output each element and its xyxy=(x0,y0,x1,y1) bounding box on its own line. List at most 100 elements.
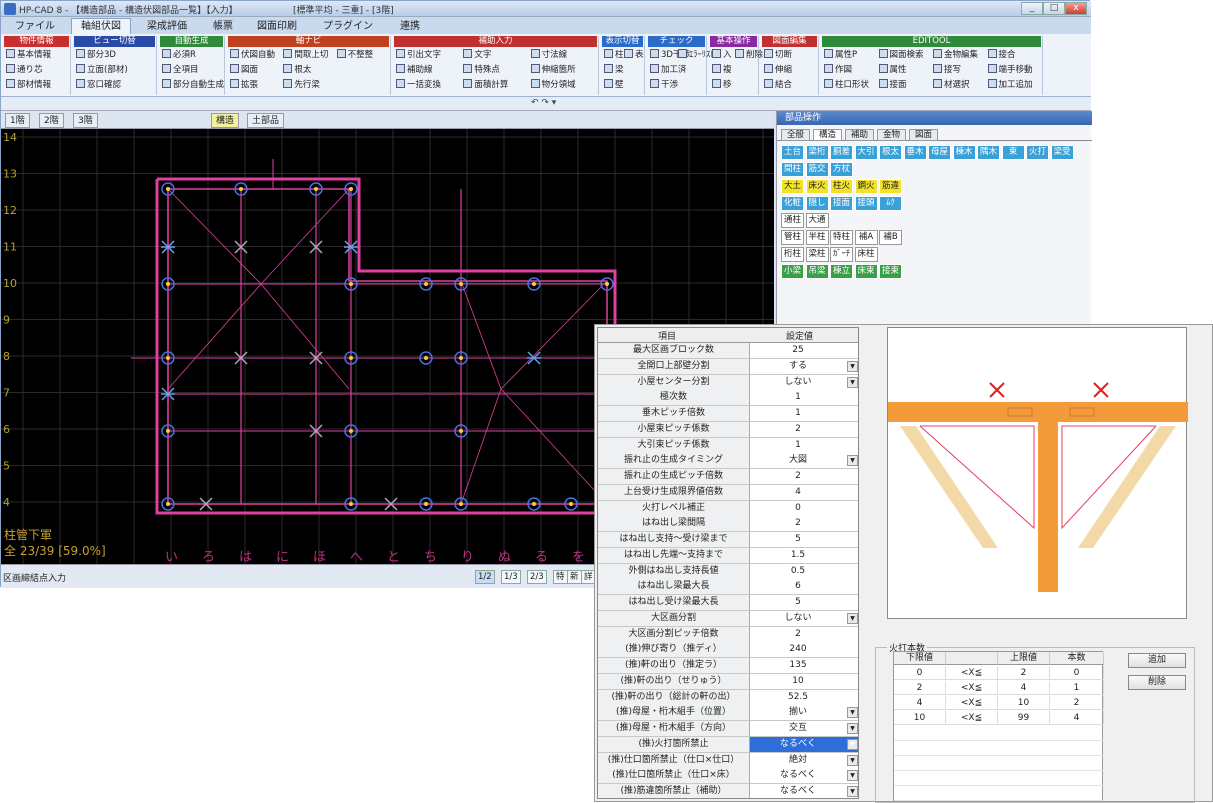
hiuchi-cell[interactable]: <X≦ xyxy=(946,711,998,725)
ribbon-button[interactable]: 物分領域 xyxy=(530,79,576,91)
panel-tab[interactable]: 全般 xyxy=(781,129,811,141)
ribbon-button[interactable]: 加工済 xyxy=(650,64,687,76)
ribbon-button[interactable]: 属性P xyxy=(824,49,857,61)
setting-row[interactable]: 振れ止の生成ピッチ倍数 2 xyxy=(598,469,858,485)
part-button[interactable]: 補B xyxy=(879,230,902,245)
floor-tab[interactable]: 2階 xyxy=(39,113,64,128)
delete-button[interactable]: 削除 xyxy=(1128,675,1186,690)
ribbon-button[interactable]: 材選択 xyxy=(933,79,970,91)
setting-row[interactable]: (推)筋違箇所禁止（補助） なるべく ▼ xyxy=(598,784,858,798)
setting-row[interactable]: (推)軒の出り（せりゅう） 10 xyxy=(598,673,858,690)
part-button[interactable]: 梁桁 xyxy=(805,145,829,160)
page-button[interactable]: 新 xyxy=(567,570,582,584)
ribbon-button[interactable]: 接合 xyxy=(987,49,1016,61)
page-button[interactable]: 1/3 xyxy=(501,570,521,584)
part-button[interactable]: 床火 xyxy=(805,179,829,194)
ribbon-button[interactable]: 引出文字 xyxy=(396,49,441,61)
ribbon-button[interactable]: 伏図自動 xyxy=(230,49,275,61)
part-button[interactable]: 接頭 xyxy=(854,196,878,211)
hiuchi-cell[interactable]: 2 xyxy=(1050,696,1104,710)
floor-tab[interactable]: 構造 xyxy=(211,113,240,128)
panel-tab[interactable]: 金物 xyxy=(877,129,907,141)
ribbon-button[interactable]: 入 xyxy=(712,49,732,61)
setting-value[interactable]: しない ▼ xyxy=(750,374,858,391)
part-button[interactable]: 接束 xyxy=(879,264,902,279)
setting-value[interactable]: 2 xyxy=(750,626,858,643)
setting-value[interactable]: する ▼ xyxy=(750,358,858,375)
setting-row[interactable]: (推)母屋・桁木組手（位置） 揃い ▼ xyxy=(598,705,858,722)
ribbon-tab[interactable]: ファイル xyxy=(5,18,65,34)
setting-row[interactable]: 外側はね出し支持長値 0.5 xyxy=(598,563,858,580)
dropdown-arrow-icon[interactable]: ▼ xyxy=(847,707,858,719)
part-button[interactable]: 隅木 xyxy=(977,145,1000,160)
setting-row[interactable]: 火打レベル補正 0 xyxy=(598,500,858,517)
setting-row[interactable]: 最大区画ブロック数 25 xyxy=(598,343,858,359)
hiuchi-table[interactable]: 下限値 上限値 本数 0 <X≦ 2 0 2 <X≦ 4 1 4 <X≦ 10 2 10 <X≦ 99 4 xyxy=(893,651,1104,801)
part-button[interactable]: 管柱 xyxy=(781,230,804,245)
ribbon-button[interactable]: 文字 xyxy=(463,49,491,61)
setting-row[interactable]: はね出し受け梁最大長 5 xyxy=(598,595,858,611)
part-button[interactable]: 垂木 xyxy=(903,145,927,160)
hiuchi-cell[interactable]: 2 xyxy=(998,666,1050,680)
setting-row[interactable]: (推)仕口箇所禁止（仕口×仕口） 絶対 ▼ xyxy=(598,752,858,769)
part-button[interactable]: 特柱 xyxy=(830,230,853,245)
ribbon-button[interactable]: 部材情報 xyxy=(6,79,51,91)
ribbon-tab[interactable]: 帳票 xyxy=(203,18,243,34)
ribbon-button[interactable]: 図面 xyxy=(230,64,258,76)
setting-value[interactable]: 1 xyxy=(750,390,858,407)
setting-row[interactable]: はね出し梁最大長 6 xyxy=(598,579,858,596)
ribbon-button[interactable]: 接面 xyxy=(878,79,907,91)
ribbon-button[interactable]: 干渉 xyxy=(650,79,678,91)
panel-tab[interactable]: 補助 xyxy=(845,129,875,141)
ribbon-tab[interactable]: 連携 xyxy=(390,18,430,34)
setting-row[interactable]: 小屋束ピッチ係数 2 xyxy=(598,421,858,438)
ribbon-button[interactable]: 接写 xyxy=(933,64,961,76)
setting-row[interactable]: (推)仕口箇所禁止（仕口×床） なるべく ▼ xyxy=(598,768,858,785)
part-button[interactable]: 梁柱 xyxy=(805,247,829,262)
dropdown-arrow-icon[interactable]: ▼ xyxy=(847,723,858,734)
setting-value[interactable]: 大図 ▼ xyxy=(750,453,858,470)
hiuchi-cell[interactable]: 2 xyxy=(894,681,946,695)
dropdown-arrow-icon[interactable]: ▼ xyxy=(847,455,858,467)
hiuchi-cell[interactable]: 0 xyxy=(1050,666,1104,680)
ribbon-button[interactable]: 窓口確認 xyxy=(76,79,121,91)
ribbon-tab[interactable]: 梁成評価 xyxy=(137,18,197,34)
hiuchi-cell[interactable]: 4 xyxy=(1050,711,1104,725)
setting-value[interactable]: 1 xyxy=(750,437,858,454)
ribbon-button[interactable]: 作図 xyxy=(824,64,852,76)
setting-row[interactable]: 極次数 1 xyxy=(598,390,858,407)
dropdown-arrow-icon[interactable]: ▼ xyxy=(847,738,858,750)
setting-value[interactable]: 1.5 xyxy=(750,547,858,564)
ribbon-button[interactable]: 立面(部材) xyxy=(76,64,128,76)
star-symbol[interactable] xyxy=(527,351,541,365)
setting-row[interactable]: 大引束ピッチ係数 1 xyxy=(598,437,858,454)
setting-row[interactable]: 全開口上部壁分割 する ▼ xyxy=(598,358,858,375)
dropdown-arrow-icon[interactable]: ▼ xyxy=(847,376,858,388)
ribbon-button[interactable]: 特殊点 xyxy=(463,64,500,76)
part-button[interactable]: 通柱 xyxy=(781,213,804,228)
setting-value[interactable]: 1 xyxy=(750,406,858,422)
page-button[interactable]: 特 xyxy=(553,570,568,584)
setting-row[interactable]: 小屋センター分割 しない ▼ xyxy=(598,374,858,391)
setting-row[interactable]: はね出し梁間隔 2 xyxy=(598,516,858,533)
hiuchi-cell[interactable]: <X≦ xyxy=(946,681,998,695)
ribbon-button[interactable]: 通り芯 xyxy=(6,64,43,76)
ribbon-button[interactable]: 必須R xyxy=(162,49,196,61)
hiuchi-cell[interactable]: 1 xyxy=(1050,681,1104,695)
part-button[interactable]: 大通 xyxy=(805,213,829,228)
ribbon-button[interactable]: 伸縮 xyxy=(764,64,792,76)
part-button[interactable]: 梁受 xyxy=(1050,145,1074,160)
setting-value[interactable]: 6 xyxy=(750,579,858,596)
setting-row[interactable]: (推)伸び寄り（推ディ） 240 xyxy=(598,642,858,659)
setting-value[interactable]: 4 xyxy=(750,484,858,501)
part-button[interactable]: 方杖 xyxy=(830,162,853,177)
panel-tab[interactable]: 図面 xyxy=(909,129,939,141)
setting-value[interactable]: 240 xyxy=(750,642,858,659)
setting-row[interactable]: 大区画分割 しない ▼ xyxy=(598,610,858,627)
part-button[interactable]: 吊梁 xyxy=(805,264,829,279)
minimize-button[interactable]: _ xyxy=(1021,2,1043,15)
part-button[interactable]: 束 xyxy=(1001,145,1025,160)
part-button[interactable]: 接面 xyxy=(830,196,853,211)
setting-value[interactable]: なるべく ▼ xyxy=(750,736,858,753)
ribbon-button[interactable]: 加工追加 xyxy=(987,79,1033,91)
